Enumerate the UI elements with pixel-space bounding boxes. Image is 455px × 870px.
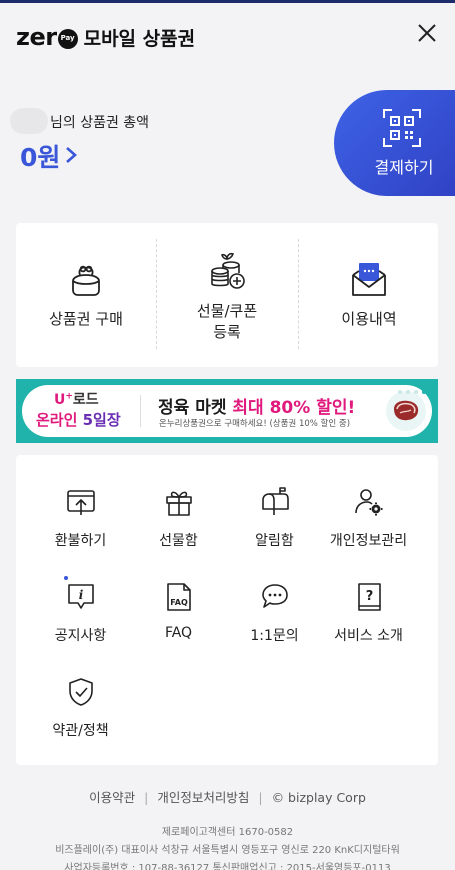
menu-item-label: 1:1문의 — [250, 628, 299, 644]
banner-pager-dots — [398, 390, 426, 394]
promo-banner[interactable]: U+로드 온라인 5일장 정육 마켓 최대 80% 할인! 온누리상품권으로 구… — [16, 379, 438, 443]
chevron-right-icon — [64, 142, 78, 171]
menu-item-label: 이용내역 — [341, 310, 397, 328]
main-menu-card: 상품권 구매 선물/쿠폰 등록 이용내역 — [16, 223, 438, 367]
menu-item-label: 약관/정책 — [52, 723, 109, 739]
pay-button-label: 결제하기 — [374, 158, 434, 177]
menu-item-refund[interactable]: 환불하기 — [28, 487, 133, 567]
banner-headline: 정육 마켓 최대 80% 할인! — [158, 398, 356, 418]
refund-icon — [67, 490, 95, 515]
menu-item-gift-box[interactable]: 선물함 — [126, 487, 231, 567]
menu-item-faq[interactable]: FAQ FAQ — [126, 582, 231, 662]
menu-item-label: 선물함 — [159, 533, 198, 549]
app-header: zer Pay 모바일 상품권 — [0, 3, 455, 69]
footer-link-terms[interactable]: 이용약관 — [89, 787, 135, 806]
menu-item-privacy-settings[interactable]: 개인정보관리 — [316, 487, 421, 567]
footer-registration: 사업자등록번호 : 107-88-36127 통신판매업신고 : 2015-서울… — [64, 863, 391, 870]
menu-item-gift-coupon[interactable]: 선물/쿠폰 등록 — [157, 223, 297, 367]
shield-check-icon — [69, 678, 93, 706]
qr-code-icon — [383, 109, 421, 147]
close-button[interactable] — [415, 21, 439, 45]
footer-link-privacy[interactable]: 개인정보처리방침 — [157, 787, 249, 806]
banner-brand-line1: U+로드 — [54, 391, 99, 408]
footer-copyright: © bizplay Corp — [271, 790, 366, 805]
footer-separator: | — [144, 790, 149, 805]
footer-company-info: 비즈플레이(주) 대표이사 석창규 서울특별시 영등포구 영신로 220 KnK… — [55, 845, 400, 856]
envelope-icon — [352, 263, 386, 296]
gift-icon — [166, 491, 192, 516]
new-indicator-dot — [64, 576, 68, 580]
banner-subtext: 온누리상품권으로 구매하세요! (상품권 10% 할인 중) — [159, 419, 351, 429]
svg-text:FAQ: FAQ — [170, 598, 188, 607]
footer-call-center: 제로페이고객센터 1670-0582 — [161, 827, 294, 838]
menu-item-label: 환불하기 — [54, 533, 107, 549]
user-settings-icon — [355, 489, 383, 516]
logo-wordmark: zer — [16, 23, 57, 51]
footer-links: 이용약관 | 개인정보처리방침 | © bizplay Corp — [0, 787, 455, 806]
menu-item-terms[interactable]: 약관/정책 — [28, 677, 133, 757]
wallet-icon — [72, 265, 100, 296]
menu-item-history[interactable]: 이용내역 — [299, 223, 439, 367]
banner-brand-line2: 온라인 5일장 — [36, 411, 121, 429]
chat-icon — [262, 584, 288, 608]
coins-plus-icon — [211, 252, 245, 289]
menu-item-label: 선물/쿠폰 등록 — [196, 302, 258, 341]
banner-divider — [140, 395, 141, 427]
notice-icon: i — [68, 584, 94, 609]
svg-text:?: ? — [366, 589, 374, 604]
balance-section: 님의 상품권 총액 0원 결제하기 — [0, 90, 455, 210]
menu-item-label: 개인정보관리 — [329, 533, 408, 549]
page-title: 모바일 상품권 — [83, 27, 196, 50]
svg-text:i: i — [79, 588, 84, 602]
close-icon — [418, 24, 436, 42]
footer-separator: | — [258, 790, 263, 805]
balance-amount: 0원 — [20, 143, 61, 172]
mailbox-icon — [262, 487, 289, 515]
menu-item-service-intro[interactable]: ? 서비스 소개 — [316, 582, 421, 662]
pay-button[interactable]: 결제하기 — [334, 90, 455, 196]
balance-label: 님의 상품권 총액 — [50, 115, 150, 131]
menu-item-inquiry[interactable]: 1:1문의 — [222, 582, 327, 662]
zeropay-logo: zer Pay 모바일 상품권 — [16, 23, 195, 51]
menu-item-label: 서비스 소개 — [334, 628, 403, 644]
meat-icon — [394, 400, 419, 421]
menu-item-label: 상품권 구매 — [49, 310, 123, 328]
menu-item-notice[interactable]: i 공지사항 — [28, 576, 133, 662]
menu-item-purchase[interactable]: 상품권 구매 — [16, 223, 156, 367]
promo-banner-content: U+로드 온라인 5일장 정육 마켓 최대 80% 할인! 온누리상품권으로 구… — [22, 385, 432, 437]
balance-amount-link[interactable]: 0원 — [20, 138, 78, 174]
sub-menu-card: 환불하기 선물함 알림함 개인정보관리 i 공지사항 FAQ FAQ 1:1문의… — [16, 455, 438, 765]
banner-meat-image — [386, 391, 426, 431]
logo-pay-circle: Pay — [57, 29, 78, 49]
menu-item-label: FAQ — [164, 625, 193, 641]
faq-icon: FAQ — [167, 583, 191, 611]
question-book-icon: ? — [358, 583, 381, 611]
menu-item-label: 알림함 — [255, 533, 294, 549]
menu-item-label: 공지사항 — [54, 628, 107, 644]
avatar — [10, 108, 48, 134]
menu-item-notifications[interactable]: 알림함 — [222, 487, 327, 567]
